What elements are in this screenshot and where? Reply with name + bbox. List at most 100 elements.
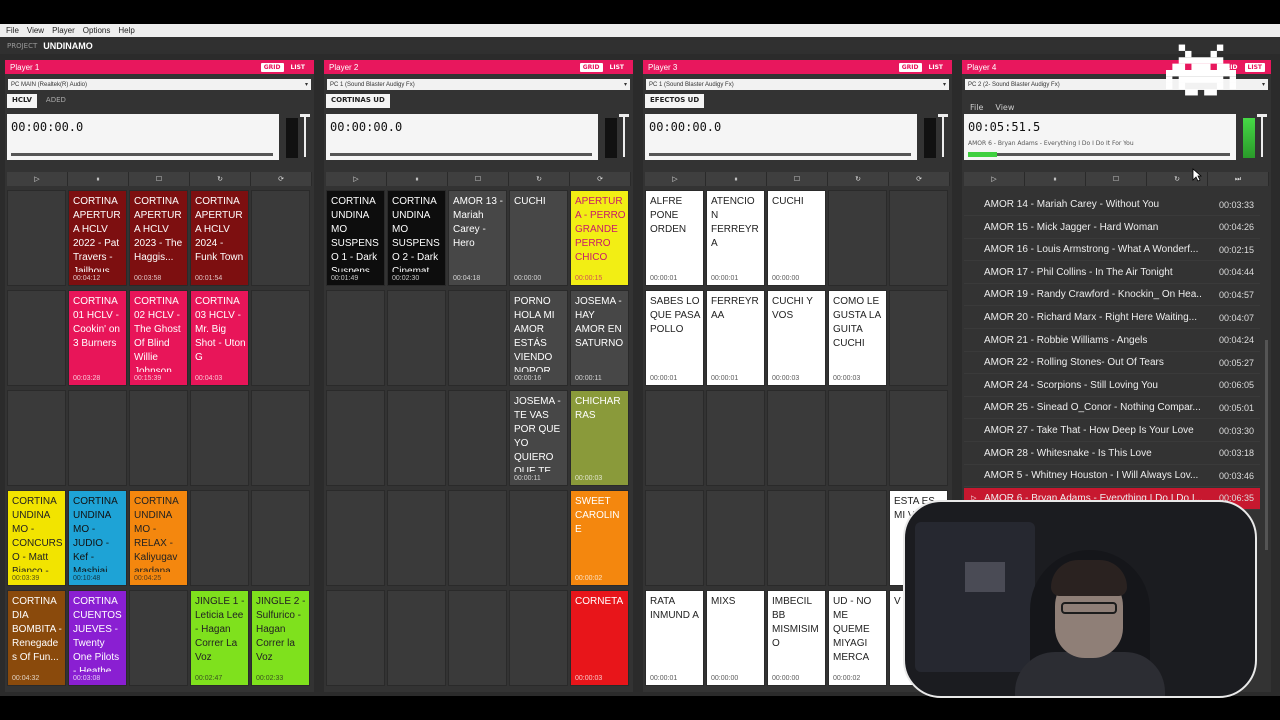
tab-aded[interactable]: ADED bbox=[41, 94, 71, 108]
empty-cart-cell[interactable] bbox=[129, 390, 188, 486]
cart-cell[interactable]: CORTINA UNDINA MO SUSPENS O 2 - Dark Cin… bbox=[387, 190, 446, 286]
menu-options[interactable]: Options bbox=[83, 26, 111, 35]
cart-cell[interactable]: RATA INMUND A 00:00:01 bbox=[645, 590, 704, 686]
empty-cart-cell[interactable] bbox=[448, 590, 507, 686]
empty-cart-cell[interactable] bbox=[767, 390, 826, 486]
empty-cart-cell[interactable] bbox=[828, 190, 887, 286]
playlist-row[interactable]: AMOR 27 - Take That - How Deep Is Your L… bbox=[964, 420, 1260, 442]
playlist-row[interactable]: AMOR 15 - Mick Jagger - Hard Woman 00:04:… bbox=[964, 217, 1260, 239]
cart-cell[interactable]: JOSEMA - HAY AMOR EN SATURNO 00:00:11 bbox=[570, 290, 629, 386]
menu-file[interactable]: File bbox=[6, 26, 19, 35]
pause-button[interactable]: ⏸ bbox=[1025, 172, 1086, 186]
cart-cell[interactable]: CUCHI 00:00:00 bbox=[509, 190, 568, 286]
list-mode-button[interactable]: LIST bbox=[288, 63, 308, 72]
cart-cell[interactable]: CORTINA DIA BOMBITA - Renegade s Of Fun.… bbox=[7, 590, 66, 686]
cart-cell[interactable]: APERTUR A - PERRO GRANDE PERRO CHICO 00:0… bbox=[570, 190, 629, 286]
empty-cart-cell[interactable] bbox=[68, 390, 127, 486]
empty-cart-cell[interactable] bbox=[448, 290, 507, 386]
play-button[interactable]: ▷ bbox=[7, 172, 68, 186]
cart-cell[interactable]: JOSEMA - TE VAS POR QUE YO QUIERO QUE TE… bbox=[509, 390, 568, 486]
cart-cell[interactable]: CORNETA 00:00:03 bbox=[570, 590, 629, 686]
empty-cart-cell[interactable] bbox=[326, 290, 385, 386]
grid-mode-button[interactable]: GRID bbox=[898, 62, 922, 72]
pause-button[interactable]: ⏸ bbox=[706, 172, 767, 186]
empty-cart-cell[interactable] bbox=[387, 490, 446, 586]
cart-cell[interactable]: COMO LE GUSTA LA GUITA CUCHI 00:00:03 bbox=[828, 290, 887, 386]
cart-cell[interactable]: CORTINA APERTUR A HCLV 2023 - The Haggis… bbox=[129, 190, 188, 286]
progress-track[interactable] bbox=[968, 153, 1230, 156]
cart-cell[interactable]: CUCHI Y VOS 00:00:03 bbox=[767, 290, 826, 386]
empty-cart-cell[interactable] bbox=[129, 590, 188, 686]
reset-button[interactable]: ⟳ bbox=[251, 172, 312, 186]
empty-cart-cell[interactable] bbox=[706, 390, 765, 486]
playlist-row[interactable]: AMOR 5 - Whitney Houston - I Will Always… bbox=[964, 465, 1260, 488]
playlist-row[interactable]: AMOR 14 - Mariah Carey - Without You 00:0… bbox=[964, 194, 1260, 216]
empty-cart-cell[interactable] bbox=[889, 290, 948, 386]
volume-slider[interactable] bbox=[938, 114, 948, 158]
list-mode-button[interactable]: LIST bbox=[926, 63, 946, 72]
empty-cart-cell[interactable] bbox=[251, 490, 310, 586]
cart-cell[interactable]: CORTINA UNDINA MO - RELAX - Kaliyugav ar… bbox=[129, 490, 188, 586]
volume-slider[interactable] bbox=[1257, 114, 1267, 158]
cart-cell[interactable]: ALFRE PONE ORDEN 00:00:01 bbox=[645, 190, 704, 286]
pause-button[interactable]: ⏸ bbox=[387, 172, 448, 186]
menu-player[interactable]: Player bbox=[52, 26, 75, 35]
cart-cell[interactable]: JINGLE 2 - Sulfurico - Hagan Correr la V… bbox=[251, 590, 310, 686]
menu-help[interactable]: Help bbox=[118, 26, 134, 35]
list-mode-button[interactable]: LIST bbox=[1244, 62, 1265, 72]
empty-cart-cell[interactable] bbox=[448, 390, 507, 486]
tab-hclv[interactable]: HCLV bbox=[7, 94, 37, 108]
list-mode-button[interactable]: LIST bbox=[607, 63, 627, 72]
cart-cell[interactable]: MIXS 00:00:00 bbox=[706, 590, 765, 686]
pause-button[interactable]: ⏸ bbox=[68, 172, 129, 186]
empty-cart-cell[interactable] bbox=[251, 390, 310, 486]
cart-cell[interactable]: SWEET CAROLINE 00:00:02 bbox=[570, 490, 629, 586]
empty-cart-cell[interactable] bbox=[645, 390, 704, 486]
cart-cell[interactable]: CORTINA 03 HCLV - Mr. Big Shot - Uton G 0… bbox=[190, 290, 249, 386]
grid-mode-button[interactable]: GRID bbox=[579, 62, 603, 72]
menu-view[interactable]: View bbox=[27, 26, 44, 35]
empty-cart-cell[interactable] bbox=[190, 390, 249, 486]
stop-button[interactable]: ☐ bbox=[129, 172, 190, 186]
loop-button[interactable]: ↻ bbox=[190, 172, 251, 186]
cart-cell[interactable]: UD - NO ME QUEME MIYAGI MERCA 00:00:02 bbox=[828, 590, 887, 686]
stop-button[interactable]: ☐ bbox=[767, 172, 828, 186]
cart-cell[interactable]: CORTINA APERTUR A HCLV 2024 - Funk Town 0… bbox=[190, 190, 249, 286]
empty-cart-cell[interactable] bbox=[706, 490, 765, 586]
progress-track[interactable] bbox=[649, 153, 911, 156]
empty-cart-cell[interactable] bbox=[889, 390, 948, 486]
cart-cell[interactable]: SABES LO QUE PASA POLLO 00:00:01 bbox=[645, 290, 704, 386]
output-device-select[interactable]: PC MAIN (Realtek(R) Audio) ▾ bbox=[8, 79, 311, 90]
cart-cell[interactable]: CORTINA UNDINA MO - CONCURS O - Matt Bia… bbox=[7, 490, 66, 586]
empty-cart-cell[interactable] bbox=[767, 490, 826, 586]
empty-cart-cell[interactable] bbox=[7, 290, 66, 386]
cart-cell[interactable]: IMBECIL BB MISMISIM O 00:00:00 bbox=[767, 590, 826, 686]
play-button[interactable]: ▷ bbox=[964, 172, 1025, 186]
playlist-row[interactable]: AMOR 25 - Sinead O_Conor - Nothing Compa… bbox=[964, 397, 1260, 420]
cart-cell[interactable]: CORTINA UNDINA MO - JUDIO - Kef - Mashia… bbox=[68, 490, 127, 586]
play-button[interactable]: ▷ bbox=[645, 172, 706, 186]
playlist-row[interactable]: AMOR 21 - Robbie Williams - Angels 00:04:… bbox=[964, 330, 1260, 352]
output-device-select[interactable]: PC 1 (Sound Blaster Audigy Fx) ▾ bbox=[646, 79, 949, 90]
cart-cell[interactable]: CORTINA APERTUR A HCLV 2022 - Pat Traver… bbox=[68, 190, 127, 286]
stop-button[interactable]: ☐ bbox=[1086, 172, 1147, 186]
cart-cell[interactable]: CORTINA CUENTOS JUEVES - Twenty One Pilo… bbox=[68, 590, 127, 686]
empty-cart-cell[interactable] bbox=[251, 290, 310, 386]
loop-button[interactable]: ↻ bbox=[828, 172, 889, 186]
tab-efectos-ud[interactable]: EFECTOS UD bbox=[645, 94, 705, 108]
cart-cell[interactable]: AMOR 13 - Mariah Carey - Hero 00:04:18 bbox=[448, 190, 507, 286]
cart-cell[interactable]: CUCHI 00:00:00 bbox=[767, 190, 826, 286]
stop-button[interactable]: ☐ bbox=[448, 172, 509, 186]
empty-cart-cell[interactable] bbox=[645, 490, 704, 586]
volume-slider[interactable] bbox=[619, 114, 629, 158]
playlist-row[interactable]: AMOR 19 - Randy Crawford - Knockin_ On H… bbox=[964, 284, 1260, 307]
cart-cell[interactable]: CORTINA 02 HCLV - The Ghost Of Blind Wil… bbox=[129, 290, 188, 386]
playlist-row[interactable]: AMOR 22 - Rolling Stones- Out Of Tears 00… bbox=[964, 352, 1260, 375]
empty-cart-cell[interactable] bbox=[7, 190, 66, 286]
cart-cell[interactable]: JINGLE 1 - Leticia Lee - Hagan Correr La… bbox=[190, 590, 249, 686]
empty-cart-cell[interactable] bbox=[509, 590, 568, 686]
empty-cart-cell[interactable] bbox=[889, 190, 948, 286]
cart-cell[interactable]: CORTINA 01 HCLV - Cookin' on 3 Burners 00… bbox=[68, 290, 127, 386]
play-button[interactable]: ▷ bbox=[326, 172, 387, 186]
playlist-row[interactable]: AMOR 28 - Whitesnake - Is This Love 00:03… bbox=[964, 443, 1260, 465]
